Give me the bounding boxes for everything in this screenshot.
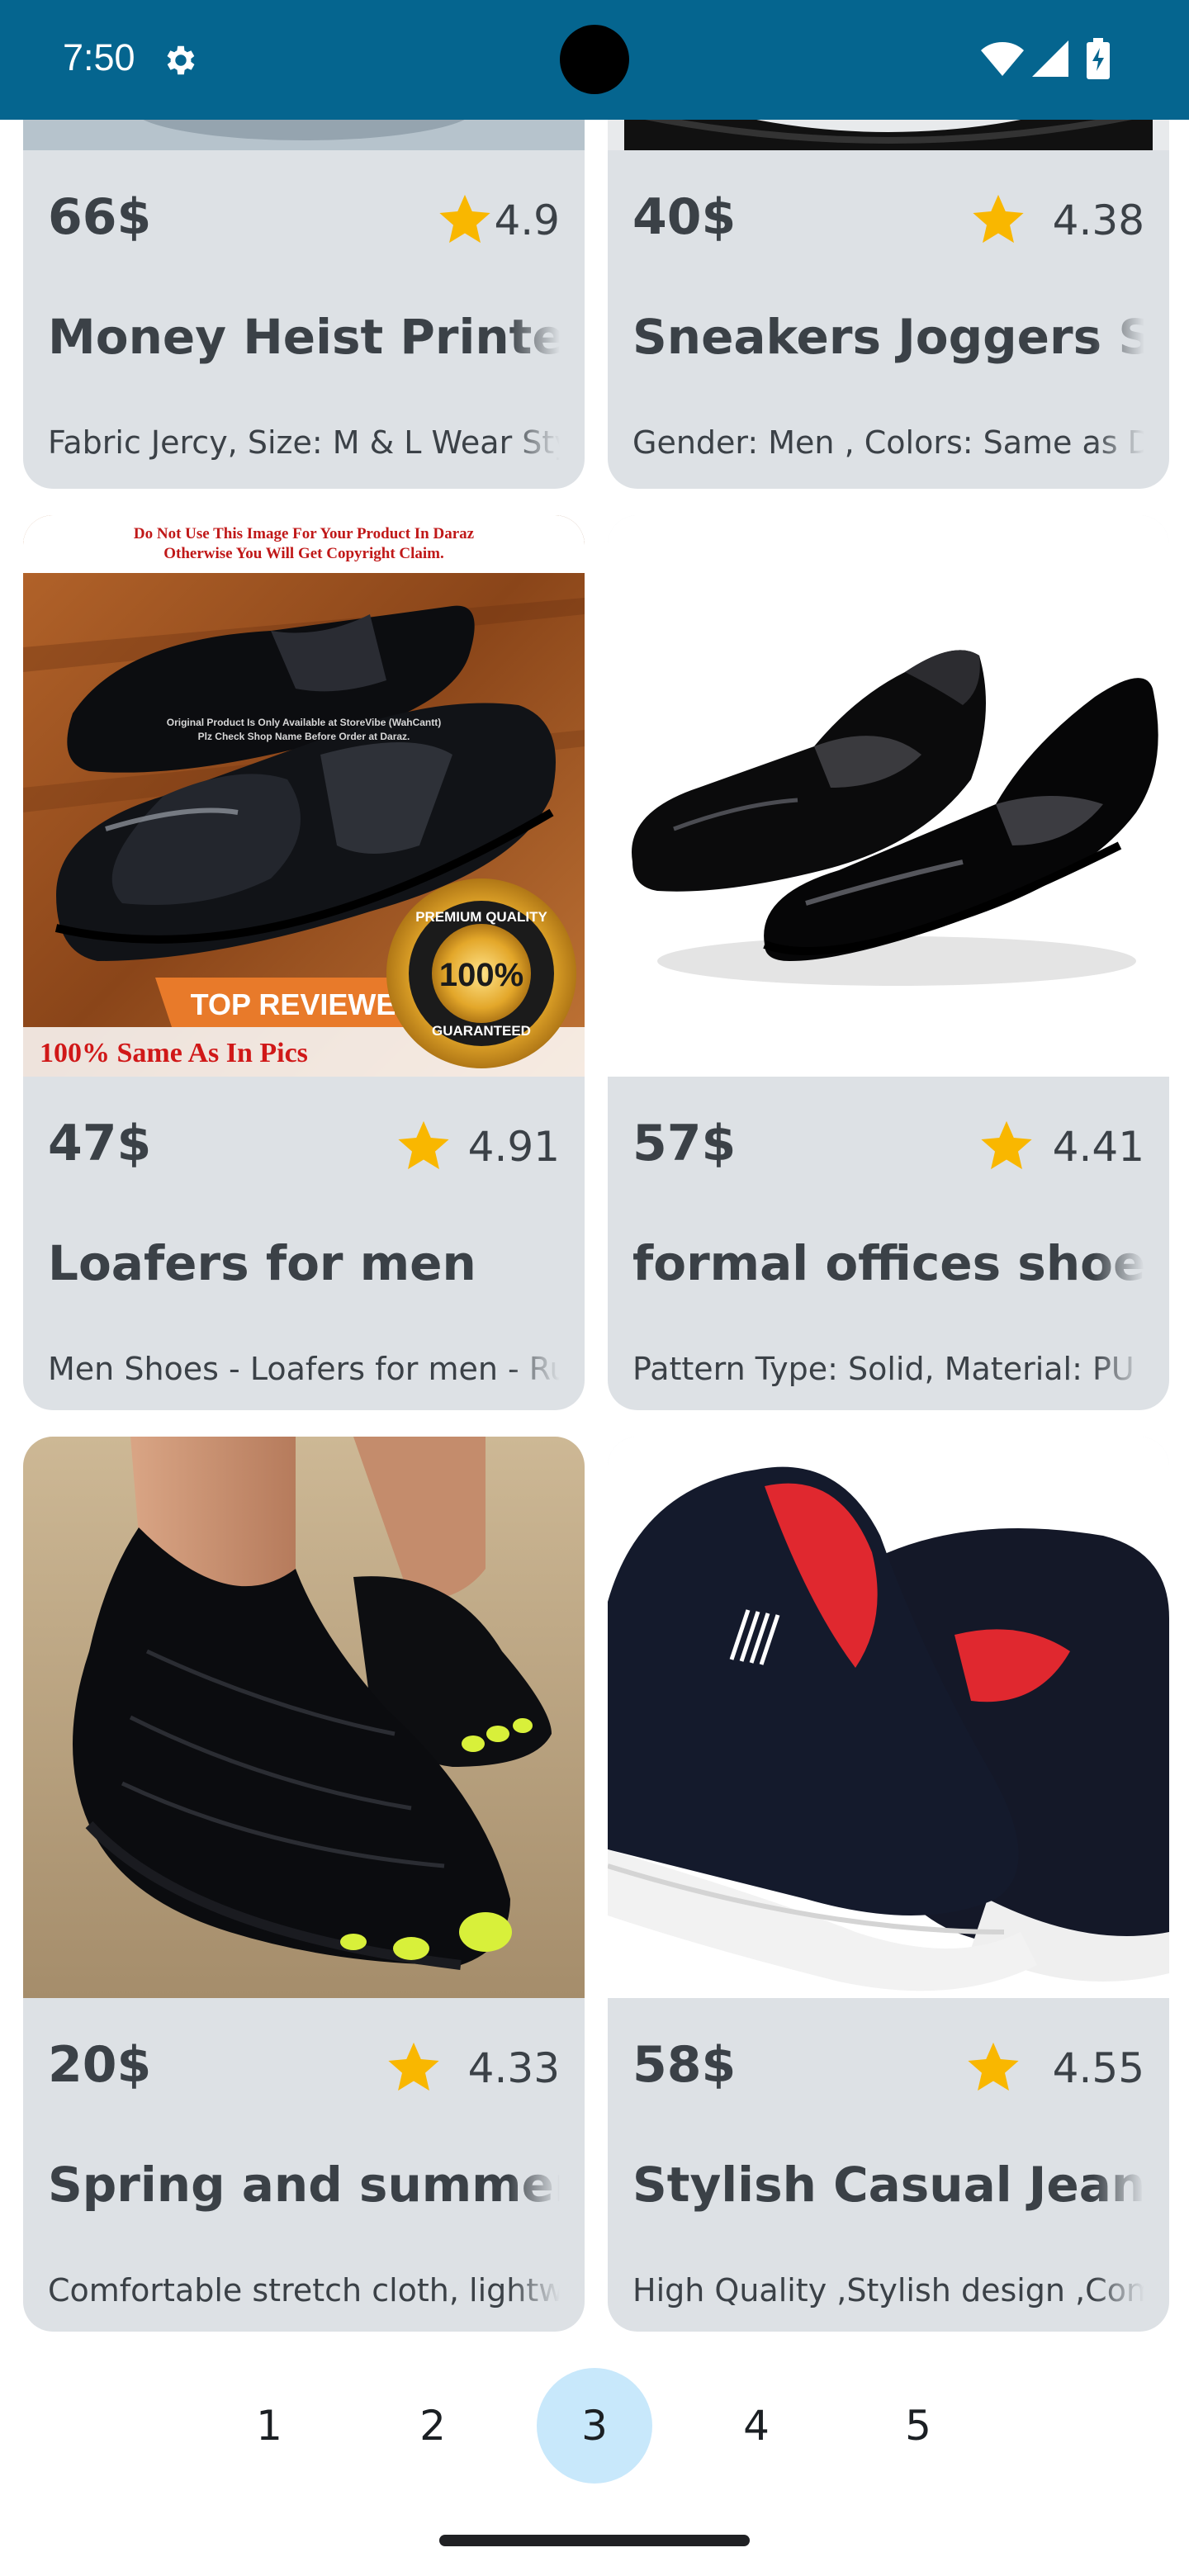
page-3-button[interactable]: 3 <box>537 2368 652 2484</box>
pagination: 1 2 3 4 5 <box>0 2368 1189 2484</box>
product-title: Loafers for men <box>48 1235 476 1291</box>
product-title: Stylish Casual Jeans Shoes <box>632 2157 1144 2213</box>
image-text-top-1: Do Not Use This Image For Your Product I… <box>134 525 475 542</box>
product-image <box>608 1437 1169 1998</box>
star-icon <box>388 2042 439 2091</box>
home-indicator[interactable] <box>439 2535 750 2546</box>
product-price: 57$ <box>632 1115 737 1172</box>
product-image <box>23 1437 585 1998</box>
cell-signal-icon <box>1032 40 1068 77</box>
product-card[interactable]: 57$ 4.41 formal offices shoes Pattern Ty… <box>608 515 1169 1410</box>
product-image <box>608 515 1169 1077</box>
settings-gear-icon <box>167 45 195 75</box>
page-4-button[interactable]: 4 <box>699 2368 814 2484</box>
product-title: Sneakers Joggers Shoes <box>632 309 1144 365</box>
status-bar: 7:50 <box>0 0 1189 120</box>
image-text-bottom: 100% Same As In Pics <box>40 1038 308 1068</box>
image-text-top-2: Otherwise You Will Get Copyright Claim. <box>163 545 444 562</box>
product-price: 20$ <box>48 2036 152 2094</box>
seal-bottom: GUARANTEED <box>432 1023 531 1039</box>
product-price: 66$ <box>48 188 152 246</box>
wifi-icon <box>981 42 1024 76</box>
image-text-mid-2: Plz Check Shop Name Before Order at Dara… <box>198 731 410 742</box>
page-5-button[interactable]: 5 <box>860 2368 976 2484</box>
star-icon <box>439 194 490 244</box>
product-price: 47$ <box>48 1115 152 1172</box>
product-title: Money Heist Printed Shirt <box>48 309 560 365</box>
camera-cutout <box>560 25 629 94</box>
product-rating: 4.9 <box>494 197 560 244</box>
product-description: High Quality ,Stylish design ,Comfortabl… <box>632 2272 1144 2308</box>
star-icon <box>968 2042 1019 2091</box>
page-1-button[interactable]: 1 <box>211 2368 327 2484</box>
image-text-mid-1: Original Product Is Only Available at St… <box>167 717 442 728</box>
product-price: 40$ <box>632 188 737 246</box>
product-rating: 4.55 <box>1052 2044 1144 2092</box>
product-price: 58$ <box>632 2036 737 2094</box>
product-card[interactable]: 20$ 4.33 Spring and summershoes Comforta… <box>23 1437 585 2332</box>
star-icon <box>973 194 1024 244</box>
product-description: Men Shoes - Loafers for men - Rubber <box>48 1351 560 1387</box>
page-2-button[interactable]: 2 <box>375 2368 490 2484</box>
product-description: Fabric Jercy, Size: M & L Wear Stylish <box>48 424 560 461</box>
product-card[interactable]: Do Not Use This Image For Your Product I… <box>23 515 585 1410</box>
product-image: Do Not Use This Image For Your Product I… <box>23 515 585 1077</box>
product-title: formal offices shoes <box>632 1235 1144 1291</box>
seal-top: PREMIUM QUALITY <box>415 909 547 925</box>
product-rating: 4.41 <box>1052 1123 1144 1171</box>
star-icon <box>981 1120 1032 1170</box>
product-card[interactable]: 58$ 4.55 Stylish Casual Jeans Shoes High… <box>608 1437 1169 2332</box>
product-description: Comfortable stretch cloth, lightweight <box>48 2272 560 2308</box>
product-rating: 4.38 <box>1052 197 1144 244</box>
product-title: Spring and summershoes <box>48 2157 560 2213</box>
product-rating: 4.91 <box>467 1123 560 1171</box>
product-description: Gender: Men , Colors: Same as Display <box>632 424 1144 461</box>
battery-charging-icon <box>1087 38 1110 79</box>
product-rating: 4.33 <box>467 2044 560 2092</box>
image-text-banner: TOP REVIEWED <box>191 987 418 1021</box>
status-time: 7:50 <box>63 36 135 78</box>
product-description: Pattern Type: Solid, Material: PU <box>632 1351 1135 1387</box>
star-icon <box>398 1120 449 1170</box>
seal-percent: 100% <box>439 957 523 993</box>
